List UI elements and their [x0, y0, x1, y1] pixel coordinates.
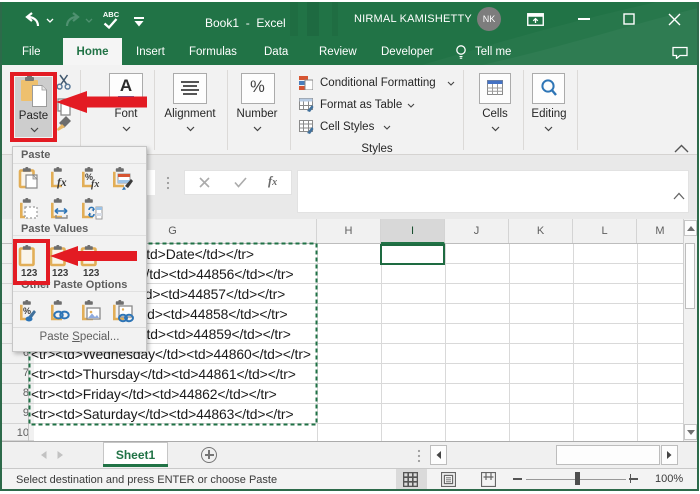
svg-text:fx: fx	[57, 177, 67, 189]
svg-text:123: 123	[83, 268, 100, 279]
svg-text:fx: fx	[91, 179, 99, 190]
svg-text:123: 123	[52, 268, 69, 279]
svg-text:%: %	[23, 306, 31, 316]
svg-text:ABC: ABC	[103, 10, 120, 18]
